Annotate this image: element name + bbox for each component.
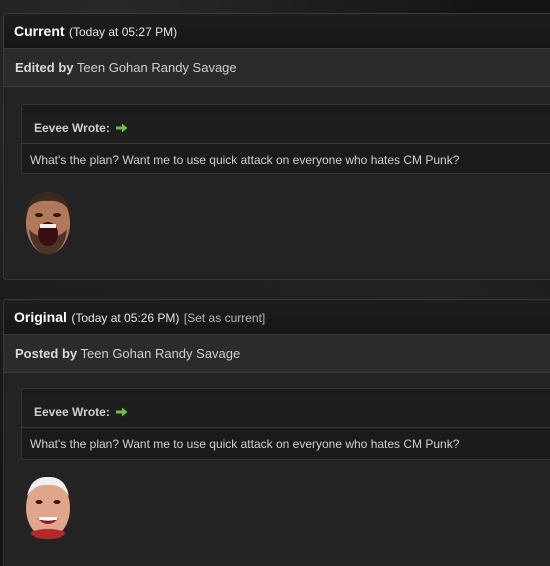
current-revision-panel: Current (Today at 05:27 PM) Edited by Te… xyxy=(3,13,550,280)
current-quote-header: Eevee Wrote: xyxy=(22,113,550,144)
current-header: Current (Today at 05:27 PM) xyxy=(4,14,550,49)
original-quote-block: Eevee Wrote: What's the plan? Want me to… xyxy=(21,388,550,460)
current-quote-author: Eevee Wrote: xyxy=(34,121,110,135)
original-timestamp: (Today at 05:26 PM) xyxy=(71,311,180,325)
original-revision-panel: Original (Today at 05:26 PM) [Set as cur… xyxy=(3,299,550,566)
original-title: Original xyxy=(14,309,67,325)
user-signature-image xyxy=(21,472,75,540)
green-right-arrow-icon[interactable] xyxy=(116,407,128,417)
green-right-arrow-icon[interactable] xyxy=(116,123,128,133)
current-quote-block: Eevee Wrote: What's the plan? Want me to… xyxy=(21,104,550,174)
current-quote-text: What's the plan? Want me to use quick at… xyxy=(30,153,460,167)
original-quote-text: What's the plan? Want me to use quick at… xyxy=(30,437,460,451)
edited-by-username[interactable]: Teen Gohan Randy Savage xyxy=(77,60,237,75)
edited-by-line: Edited by Teen Gohan Randy Savage xyxy=(4,49,550,87)
posted-by-label: Posted by xyxy=(15,346,78,361)
current-timestamp: (Today at 05:27 PM) xyxy=(69,25,178,39)
user-signature-image xyxy=(21,189,75,257)
posted-by-line: Posted by Teen Gohan Randy Savage xyxy=(4,335,550,373)
original-header: Original (Today at 05:26 PM) [Set as cur… xyxy=(4,300,550,335)
edited-by-label: Edited by xyxy=(15,60,74,75)
original-quote-header: Eevee Wrote: xyxy=(22,397,550,428)
posted-by-username[interactable]: Teen Gohan Randy Savage xyxy=(81,346,241,361)
current-title: Current xyxy=(14,23,65,39)
original-quote-author: Eevee Wrote: xyxy=(34,405,110,419)
set-as-current-link[interactable]: [Set as current] xyxy=(184,311,265,325)
